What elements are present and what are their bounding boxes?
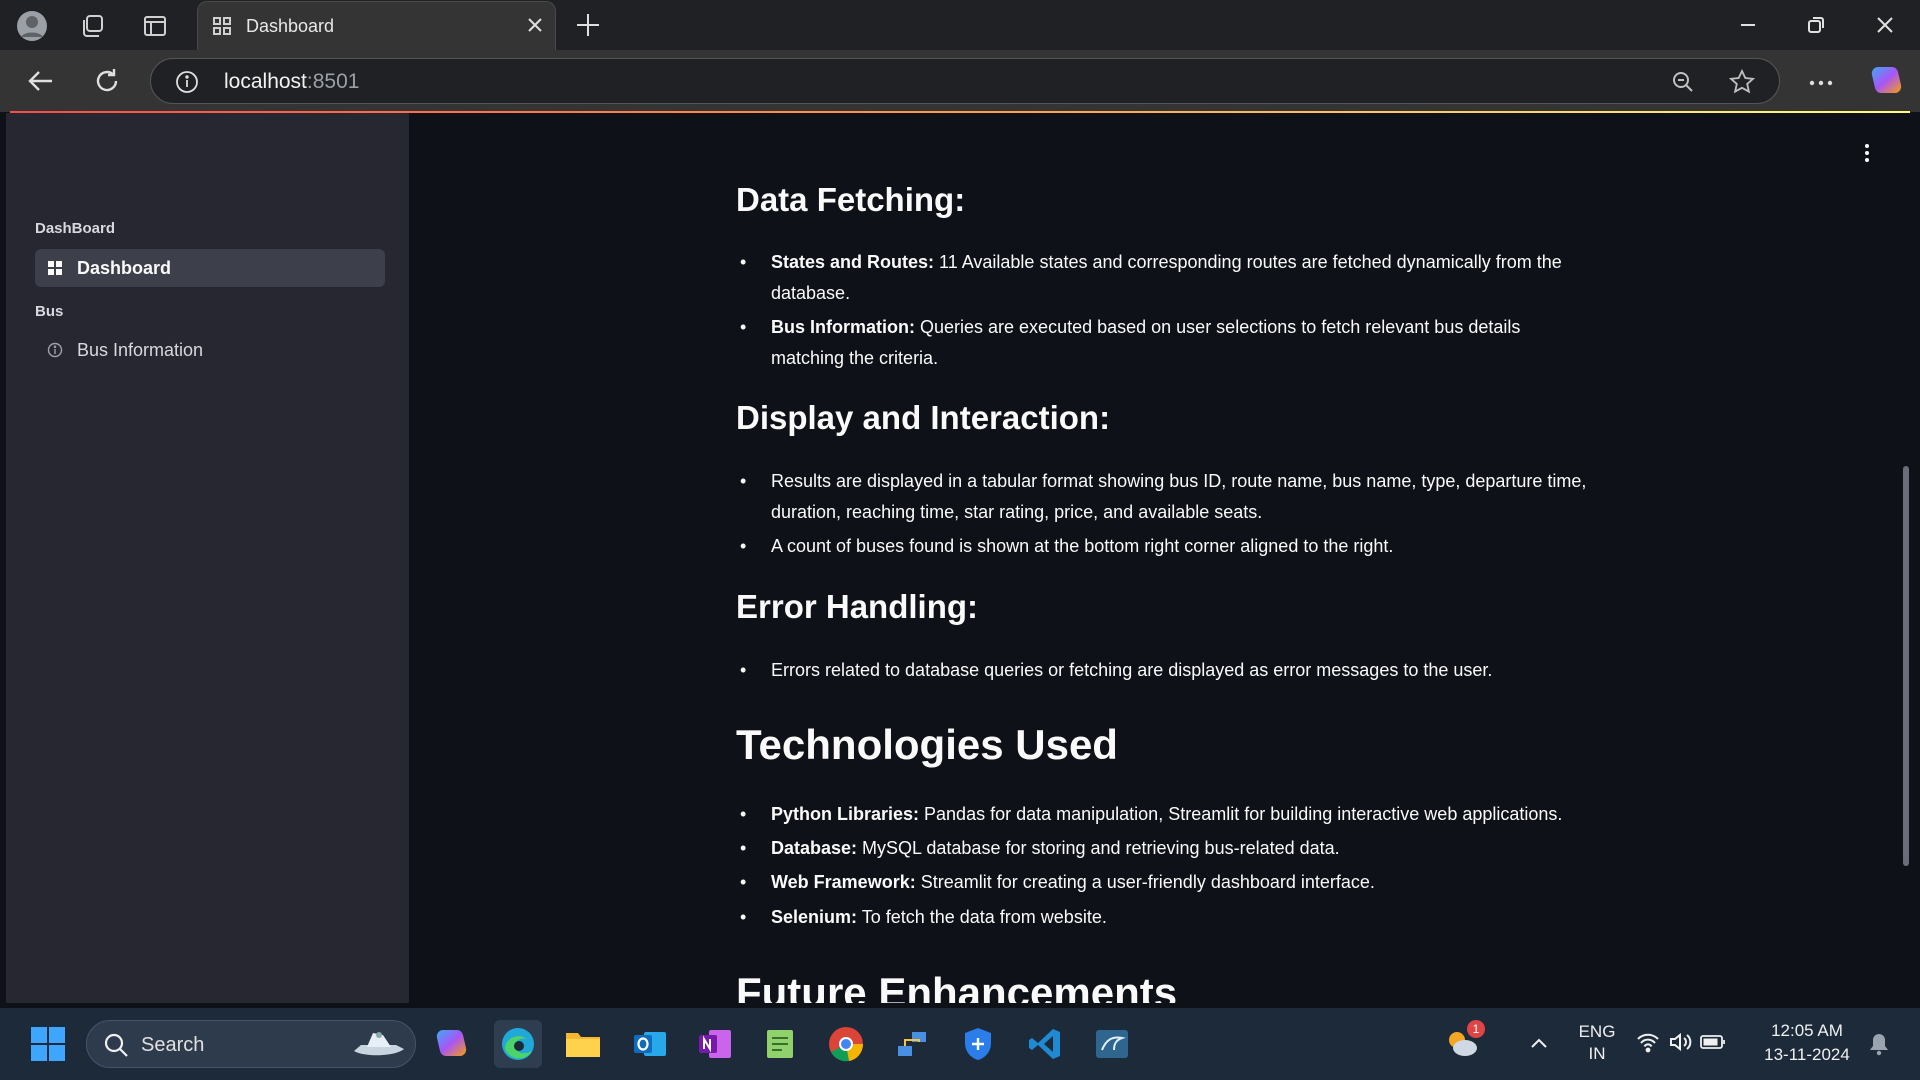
- list-item-label: Python Libraries:: [771, 804, 920, 824]
- sidebar: DashBoard Dashboard Bus Bus Information: [6, 113, 409, 1003]
- sidebar-item-label: Dashboard: [77, 258, 172, 278]
- sidebar-item-label: Bus Information: [77, 340, 204, 360]
- copilot-icon[interactable]: [1868, 63, 1904, 104]
- battery-icon: [1700, 1034, 1726, 1055]
- address-bar[interactable]: localhost:8501: [150, 58, 1780, 104]
- volume-icon: [1668, 1031, 1692, 1058]
- dashboard-favicon-icon: [212, 16, 232, 41]
- clock-date: 13-11-2024: [1764, 1045, 1850, 1064]
- outlook-icon[interactable]: [630, 1024, 670, 1064]
- vscode-icon[interactable]: [1025, 1024, 1065, 1064]
- list-item: • Database: MySQL database for storing an…: [740, 838, 1340, 858]
- taskbar-search[interactable]: Search: [86, 1020, 416, 1068]
- lang-region: IN: [1588, 1044, 1606, 1063]
- mysql-workbench-icon[interactable]: [1092, 1024, 1132, 1064]
- main-scrollbar[interactable]: [1903, 466, 1909, 866]
- sidebar-item-bus-information[interactable]: Bus Information: [35, 331, 385, 369]
- restore-icon[interactable]: [1803, 12, 1829, 43]
- minimize-icon[interactable]: [1735, 12, 1761, 43]
- section-heading-display: Display and Interaction:: [736, 399, 1111, 436]
- list-item-text: A count of buses found is shown at the b…: [771, 536, 1394, 556]
- list-item: • Errors related to database queries or f…: [736, 655, 1596, 686]
- network-tool-icon[interactable]: [892, 1024, 932, 1064]
- url-host: localhost: [224, 70, 307, 93]
- section-heading-future: Future Enhancements: [736, 969, 1178, 1003]
- profile-avatar-icon[interactable]: [16, 10, 48, 42]
- nav-section-bus: Bus: [35, 303, 64, 320]
- more-options-icon[interactable]: [1806, 68, 1836, 103]
- refresh-icon[interactable]: [92, 66, 122, 101]
- list-item-text: Errors related to database queries or fe…: [771, 660, 1493, 680]
- chrome-icon[interactable]: [826, 1024, 866, 1064]
- search-icon: [103, 1032, 129, 1063]
- list-item: • Selenium: To fetch the data from websit…: [740, 907, 1107, 927]
- weather-icon[interactable]: 1: [1443, 1020, 1485, 1064]
- back-arrow-icon[interactable]: [26, 66, 56, 101]
- site-info-icon[interactable]: [175, 70, 199, 99]
- section-heading-technologies: Technologies Used: [736, 721, 1118, 768]
- copilot-taskbar-icon[interactable]: [431, 1024, 471, 1064]
- notification-badge: 1: [1467, 1020, 1485, 1038]
- list-item-text: Results are displayed in a tabular forma…: [771, 471, 1587, 522]
- list-item-label: Selenium:: [771, 907, 858, 927]
- windows-start-icon[interactable]: [28, 1024, 68, 1064]
- wifi-icon: [1636, 1031, 1660, 1058]
- close-tab-icon[interactable]: [525, 15, 545, 40]
- edge-taskbar-icon[interactable]: [494, 1020, 542, 1068]
- list-item-text: MySQL database for storing and retrievin…: [857, 838, 1340, 858]
- tab-title: Dashboard: [246, 16, 335, 36]
- list-item-text: To fetch the data from website.: [857, 907, 1107, 927]
- zoom-out-icon[interactable]: [1671, 70, 1695, 99]
- section-heading-data-fetching: Data Fetching:: [736, 181, 966, 218]
- list-item: • Python Libraries: Pandas for data manip…: [740, 804, 1563, 824]
- system-tray-status[interactable]: [1633, 1024, 1729, 1064]
- sidebar-item-dashboard[interactable]: Dashboard: [35, 249, 385, 287]
- search-label: Search: [141, 1034, 205, 1056]
- new-tab-icon[interactable]: [573, 10, 603, 45]
- list-item: • States and Routes: 11 Available states …: [740, 252, 1562, 303]
- list-item-text: Pandas for data manipulation, Streamlit …: [919, 804, 1563, 824]
- input-language[interactable]: ENG IN: [1572, 1022, 1622, 1064]
- close-window-icon[interactable]: [1872, 12, 1898, 43]
- chevron-up-icon[interactable]: [1519, 1024, 1559, 1064]
- tab-dashboard[interactable]: Dashboard: [197, 1, 556, 50]
- lang-code: ENG: [1578, 1022, 1616, 1041]
- clock[interactable]: 12:05 AM 13-11-2024: [1752, 1021, 1862, 1065]
- browser-tab-strip: Dashboard: [0, 0, 1920, 50]
- app-menu-icon[interactable]: [1863, 143, 1871, 168]
- list-item-text: Streamlit for creating a user-friendly d…: [915, 872, 1375, 892]
- workspaces-icon[interactable]: [76, 10, 108, 42]
- security-shield-icon[interactable]: [958, 1024, 998, 1064]
- favorite-star-icon[interactable]: [1728, 68, 1756, 100]
- url-port: :8501: [306, 70, 360, 93]
- main-content: Data Fetching: • States and Routes: 11 Av…: [409, 113, 1909, 1003]
- list-item-label: Database:: [771, 838, 858, 858]
- list-item-label: Web Framework:: [771, 872, 916, 892]
- file-explorer-icon[interactable]: [563, 1024, 603, 1064]
- list-item: • Results are displayed in a tabular form…: [736, 466, 1596, 528]
- dashboard-icon: [47, 260, 63, 281]
- list-item-label: Bus Information:: [771, 317, 915, 337]
- nav-section-dashboard: DashBoard: [35, 220, 116, 237]
- list-item-label: States and Routes:: [771, 252, 935, 272]
- clock-time: 12:05 AM: [1771, 1021, 1843, 1040]
- notepad-plus-icon[interactable]: [760, 1024, 800, 1064]
- url-text[interactable]: localhost:8501: [224, 70, 359, 94]
- list-item: • Web Framework: Streamlit for creating a…: [740, 872, 1375, 892]
- onenote-icon[interactable]: [695, 1024, 735, 1064]
- info-icon: [47, 342, 63, 363]
- list-item: • Bus Information: Queries are executed b…: [740, 317, 1521, 368]
- section-heading-error-handling: Error Handling:: [736, 588, 979, 625]
- search-highlight-icon: [349, 1027, 409, 1066]
- notifications-bell-icon[interactable]: [1859, 1024, 1899, 1064]
- list-item: • A count of buses found is shown at the …: [736, 531, 1596, 562]
- tab-actions-icon[interactable]: [139, 10, 171, 42]
